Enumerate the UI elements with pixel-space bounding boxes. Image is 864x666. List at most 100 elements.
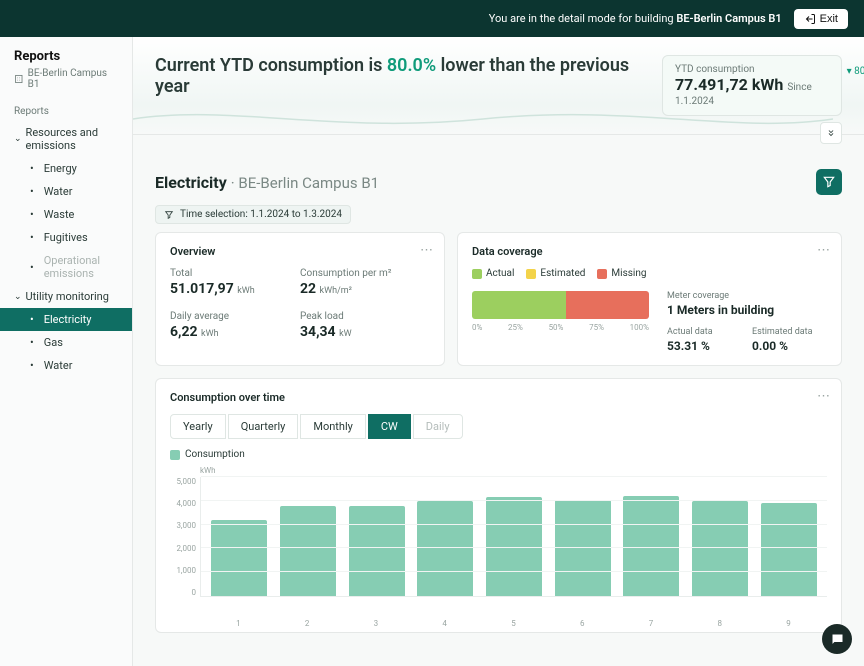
actual-data-label: Actual data xyxy=(667,327,742,337)
chart-title: Consumption over time xyxy=(170,391,827,404)
chart-legend-swatch xyxy=(170,450,180,460)
coverage-tick: 0% xyxy=(472,323,482,332)
sidebar-item-label: Electricity xyxy=(44,313,92,326)
ytd-label: YTD consumption xyxy=(675,64,829,75)
overview-menu[interactable]: ⋯ xyxy=(420,243,434,258)
chart-tabs: YearlyQuarterlyMonthlyCWDaily xyxy=(170,414,827,439)
meter-coverage-value: 1 Meters in building xyxy=(667,303,827,317)
sidebar: Reports BE-Berlin Campus B1 Reports ⌄ Res… xyxy=(0,37,133,666)
bar xyxy=(417,501,473,596)
coverage-ticks: 0%25%50%75%100% xyxy=(472,323,649,332)
sidebar-item-energy[interactable]: Energy xyxy=(0,157,132,180)
topbar-prefix: You are in the detail mode for building xyxy=(489,12,677,25)
sidebar-section-label: Reports xyxy=(0,100,132,121)
coverage-segment xyxy=(566,291,649,319)
stat-value: 34,34 kW xyxy=(300,324,430,340)
overview-grid: Total51.017,97 kWhConsumption per m²22 k… xyxy=(170,268,430,340)
breadcrumb[interactable]: BE-Berlin Campus B1 xyxy=(0,66,132,100)
estimated-data-value: 0.00 % xyxy=(752,339,827,353)
sidebar-tree: ⌄ Resources and emissions Energy Water Waste… xyxy=(0,121,132,377)
time-selection-chip[interactable]: Time selection: 1.1.2024 to 1.3.2024 xyxy=(155,205,351,224)
sidebar-item-water[interactable]: Water xyxy=(0,354,132,377)
hero-prefix: Current YTD consumption is xyxy=(155,55,387,76)
legend-label: Actual xyxy=(486,268,514,279)
sidebar-item-water[interactable]: Water xyxy=(0,180,132,203)
stat-label: Daily average xyxy=(170,311,300,322)
hero: Current YTD consumption is 80.0% lower t… xyxy=(133,37,864,135)
main-content: Current YTD consumption is 80.0% lower t… xyxy=(133,37,864,666)
tab-cw[interactable]: CW xyxy=(368,414,411,439)
chart-legend: Consumption xyxy=(170,449,827,460)
breadcrumb-text: BE-Berlin Campus B1 xyxy=(28,68,118,90)
overview-stat: Daily average6,22 kWh xyxy=(170,311,300,340)
grid-line xyxy=(201,524,827,525)
ytd-since-date: 1.1.2024 xyxy=(675,96,829,107)
section-subtitle-text: BE-Berlin Campus B1 xyxy=(238,174,379,192)
topbar: You are in the detail mode for building … xyxy=(0,0,864,37)
expand-button[interactable] xyxy=(820,122,842,144)
ytd-value: 77.491,72 kWh Since xyxy=(675,75,829,94)
topbar-building: BE-Berlin Campus B1 xyxy=(676,12,781,25)
filter-small-icon xyxy=(164,210,174,220)
bar xyxy=(211,520,267,596)
x-tick: 3 xyxy=(374,619,379,628)
sidebar-group-label: Resources and emissions xyxy=(26,126,118,152)
exit-icon xyxy=(804,13,816,25)
chevron-down-icon: ⌄ xyxy=(14,134,22,144)
tab-yearly[interactable]: Yearly xyxy=(170,414,226,439)
y-tick: 0 xyxy=(170,588,196,597)
exit-button[interactable]: Exit xyxy=(794,9,848,29)
coverage-menu[interactable]: ⋯ xyxy=(817,243,831,258)
coverage-tick: 100% xyxy=(630,323,649,332)
tab-monthly[interactable]: Monthly xyxy=(300,414,366,439)
overview-stat: Consumption per m²22 kWh/m² xyxy=(300,268,430,297)
x-tick: 1 xyxy=(236,619,241,628)
legend-swatch xyxy=(526,269,536,279)
grid-line xyxy=(201,547,827,548)
topbar-context: You are in the detail mode for building … xyxy=(489,12,782,25)
x-tick: 2 xyxy=(305,619,310,628)
sidebar-item-fugitives[interactable]: Fugitives xyxy=(0,226,132,249)
chevron-double-down-icon xyxy=(826,128,836,138)
sidebar-group-util[interactable]: ⌄Utility monitoring xyxy=(0,285,132,308)
sidebar-item-label: Energy xyxy=(44,162,77,175)
chart-bars xyxy=(201,477,827,596)
ytd-delta: ▾ 80.0% xyxy=(847,66,864,77)
sidebar-item-label: Operational emissions xyxy=(44,254,118,280)
building-icon xyxy=(14,74,24,84)
legend-item: Estimated xyxy=(526,268,585,279)
coverage-stats: Meter coverage 1 Meters in building Actu… xyxy=(667,291,827,353)
meter-coverage-label: Meter coverage xyxy=(667,291,827,301)
sidebar-title: Reports xyxy=(0,47,132,66)
tab-quarterly[interactable]: Quarterly xyxy=(228,414,299,439)
sidebar-item-gas[interactable]: Gas xyxy=(0,331,132,354)
section-title-text: Electricity xyxy=(155,173,227,192)
sidebar-item-label: Water xyxy=(44,359,73,372)
estimated-data-label: Estimated data xyxy=(752,327,827,337)
sidebar-item-waste[interactable]: Waste xyxy=(0,203,132,226)
chat-icon xyxy=(830,632,845,647)
filter-button[interactable] xyxy=(816,169,842,195)
grid-line xyxy=(201,500,827,501)
section-subtitle: · BE-Berlin Campus B1 xyxy=(231,174,379,192)
chart-x-axis: 123456789 xyxy=(170,617,827,628)
chevron-down-icon: ⌄ xyxy=(14,292,22,302)
exit-label: Exit xyxy=(820,13,838,25)
sidebar-group-res[interactable]: ⌄ Resources and emissions xyxy=(0,121,132,157)
consumption-chart-card: Consumption over time ⋯ YearlyQuarterlyM… xyxy=(155,378,842,633)
sidebar-item-label: Waste xyxy=(44,208,75,221)
coverage-bar-wrap: 0%25%50%75%100% xyxy=(472,291,649,353)
chart-x-axis-inner: 123456789 xyxy=(200,617,827,628)
chart-menu[interactable]: ⋯ xyxy=(817,389,831,404)
stat-label: Total xyxy=(170,268,300,279)
y-tick: 2,000 xyxy=(170,544,196,553)
overview-stat: Peak load34,34 kW xyxy=(300,311,430,340)
chat-button[interactable] xyxy=(822,624,852,654)
sidebar-item-label: Fugitives xyxy=(44,231,88,244)
coverage-title: Data coverage xyxy=(472,245,827,258)
coverage-tick: 25% xyxy=(508,323,523,332)
hero-percent: 80.0% xyxy=(387,55,436,76)
coverage-tick: 75% xyxy=(589,323,604,332)
sidebar-item-electricity[interactable]: Electricity xyxy=(0,308,132,331)
chart-legend-label: Consumption xyxy=(185,449,245,460)
